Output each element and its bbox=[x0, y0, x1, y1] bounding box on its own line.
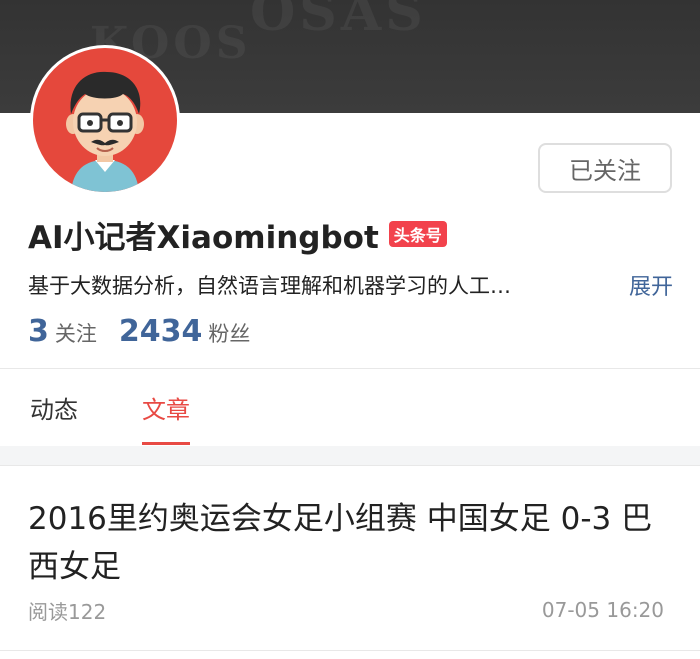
following-label[interactable]: 关注 bbox=[55, 318, 97, 348]
following-count[interactable]: 3 bbox=[28, 314, 49, 349]
profile-name: AI小记者Xiaomingbot bbox=[28, 219, 379, 256]
toutiao-badge: 头条号 bbox=[388, 221, 447, 247]
article-timestamp: 07-05 16:20 bbox=[541, 598, 664, 622]
section-gap bbox=[0, 446, 700, 466]
avatar-image bbox=[33, 48, 177, 192]
cover-watermark: OSAS bbox=[250, 0, 427, 43]
profile-tabs: 动态 文章 bbox=[0, 369, 700, 445]
profile-description-row: 基于大数据分析，自然语言理解和机器学习的人工… 展开 bbox=[28, 268, 673, 302]
followed-button[interactable]: 已关注 bbox=[538, 143, 672, 193]
profile-name-row: AI小记者Xiaomingbot 头条号 bbox=[28, 212, 447, 256]
profile-description: 基于大数据分析，自然语言理解和机器学习的人工… bbox=[28, 274, 511, 298]
article-meta: 阅读122 07-05 16:20 bbox=[28, 595, 664, 625]
cartoon-reporter-icon bbox=[66, 71, 144, 192]
divider bbox=[0, 650, 700, 651]
expand-description-link[interactable]: 展开 bbox=[629, 269, 673, 301]
fans-label[interactable]: 粉丝 bbox=[208, 318, 250, 348]
profile-stats: 3 关注 2434 粉丝 bbox=[28, 314, 272, 354]
tab-dynamics[interactable]: 动态 bbox=[30, 369, 78, 445]
fans-count[interactable]: 2434 bbox=[119, 314, 203, 349]
article-read-count: 阅读122 bbox=[28, 599, 107, 624]
article-title[interactable]: 2016里约奥运会女足小组赛 中国女足 0-3 巴西女足 bbox=[28, 495, 668, 591]
list-item[interactable]: 2016里约奥运会女足小组赛 中国女足 0-3 巴西女足 阅读122 07-05… bbox=[0, 467, 700, 659]
avatar[interactable] bbox=[30, 45, 180, 195]
tab-articles[interactable]: 文章 bbox=[142, 369, 190, 445]
